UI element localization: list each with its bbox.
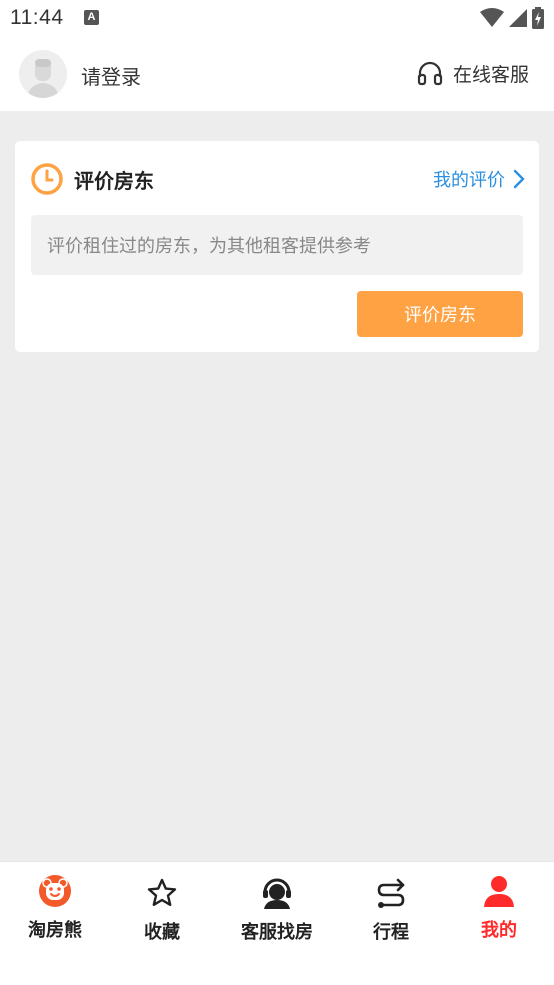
tab-mine[interactable]: 我的 [444, 874, 554, 942]
bottom-tab-bar: 淘房熊 收藏 客服找房 行程 我的 [0, 861, 554, 985]
review-landlord-button[interactable]: 评价房东 [357, 291, 523, 337]
route-icon [374, 876, 408, 910]
headset-icon [417, 61, 443, 85]
chevron-right-icon [513, 169, 525, 189]
my-review-label: 我的评价 [433, 170, 505, 191]
cell-signal-icon [509, 9, 527, 27]
customer-service-icon [260, 876, 294, 910]
status-bar: 11:44 A [0, 0, 554, 38]
tab-customer-service[interactable]: 客服找房 [222, 876, 332, 944]
status-time: 11:44 [10, 6, 64, 29]
person-icon [482, 874, 516, 908]
clock-icon [31, 163, 63, 195]
star-icon [145, 876, 179, 910]
tab-label: 客服找房 [241, 922, 313, 943]
avatar[interactable] [19, 50, 67, 98]
online-service-label: 在线客服 [452, 64, 529, 86]
online-service-button[interactable]: 在线客服 [417, 60, 529, 87]
review-input-placeholder: 评价租住过的房东，为其他租客提供参考 [47, 236, 371, 257]
wifi-icon [480, 8, 504, 27]
tab-label: 行程 [373, 922, 409, 943]
tab-label: 淘房熊 [28, 920, 82, 941]
tab-itinerary[interactable]: 行程 [336, 876, 446, 944]
card-title: 评价房东 [74, 169, 154, 193]
bear-logo-icon [38, 874, 72, 908]
status-icons [480, 7, 544, 29]
tab-favorites[interactable]: 收藏 [107, 876, 217, 944]
landlord-review-card: 评价房东 我的评价 评价租住过的房东，为其他租客提供参考 评价房东 [15, 141, 539, 352]
login-link[interactable]: 请登录 [81, 61, 141, 90]
my-review-link[interactable]: 我的评价 [433, 166, 525, 192]
tab-taofangxiong[interactable]: 淘房熊 [0, 874, 110, 942]
tab-label-active: 我的 [481, 920, 517, 941]
profile-header: 请登录 在线客服 [0, 38, 554, 111]
main-content: 评价房东 我的评价 评价租住过的房东，为其他租客提供参考 评价房东 [0, 111, 554, 861]
review-input[interactable]: 评价租住过的房东，为其他租客提供参考 [31, 215, 523, 275]
tab-label: 收藏 [144, 922, 180, 943]
default-avatar-icon [19, 50, 67, 98]
battery-icon [532, 7, 544, 29]
notification-a-icon: A [84, 10, 99, 25]
